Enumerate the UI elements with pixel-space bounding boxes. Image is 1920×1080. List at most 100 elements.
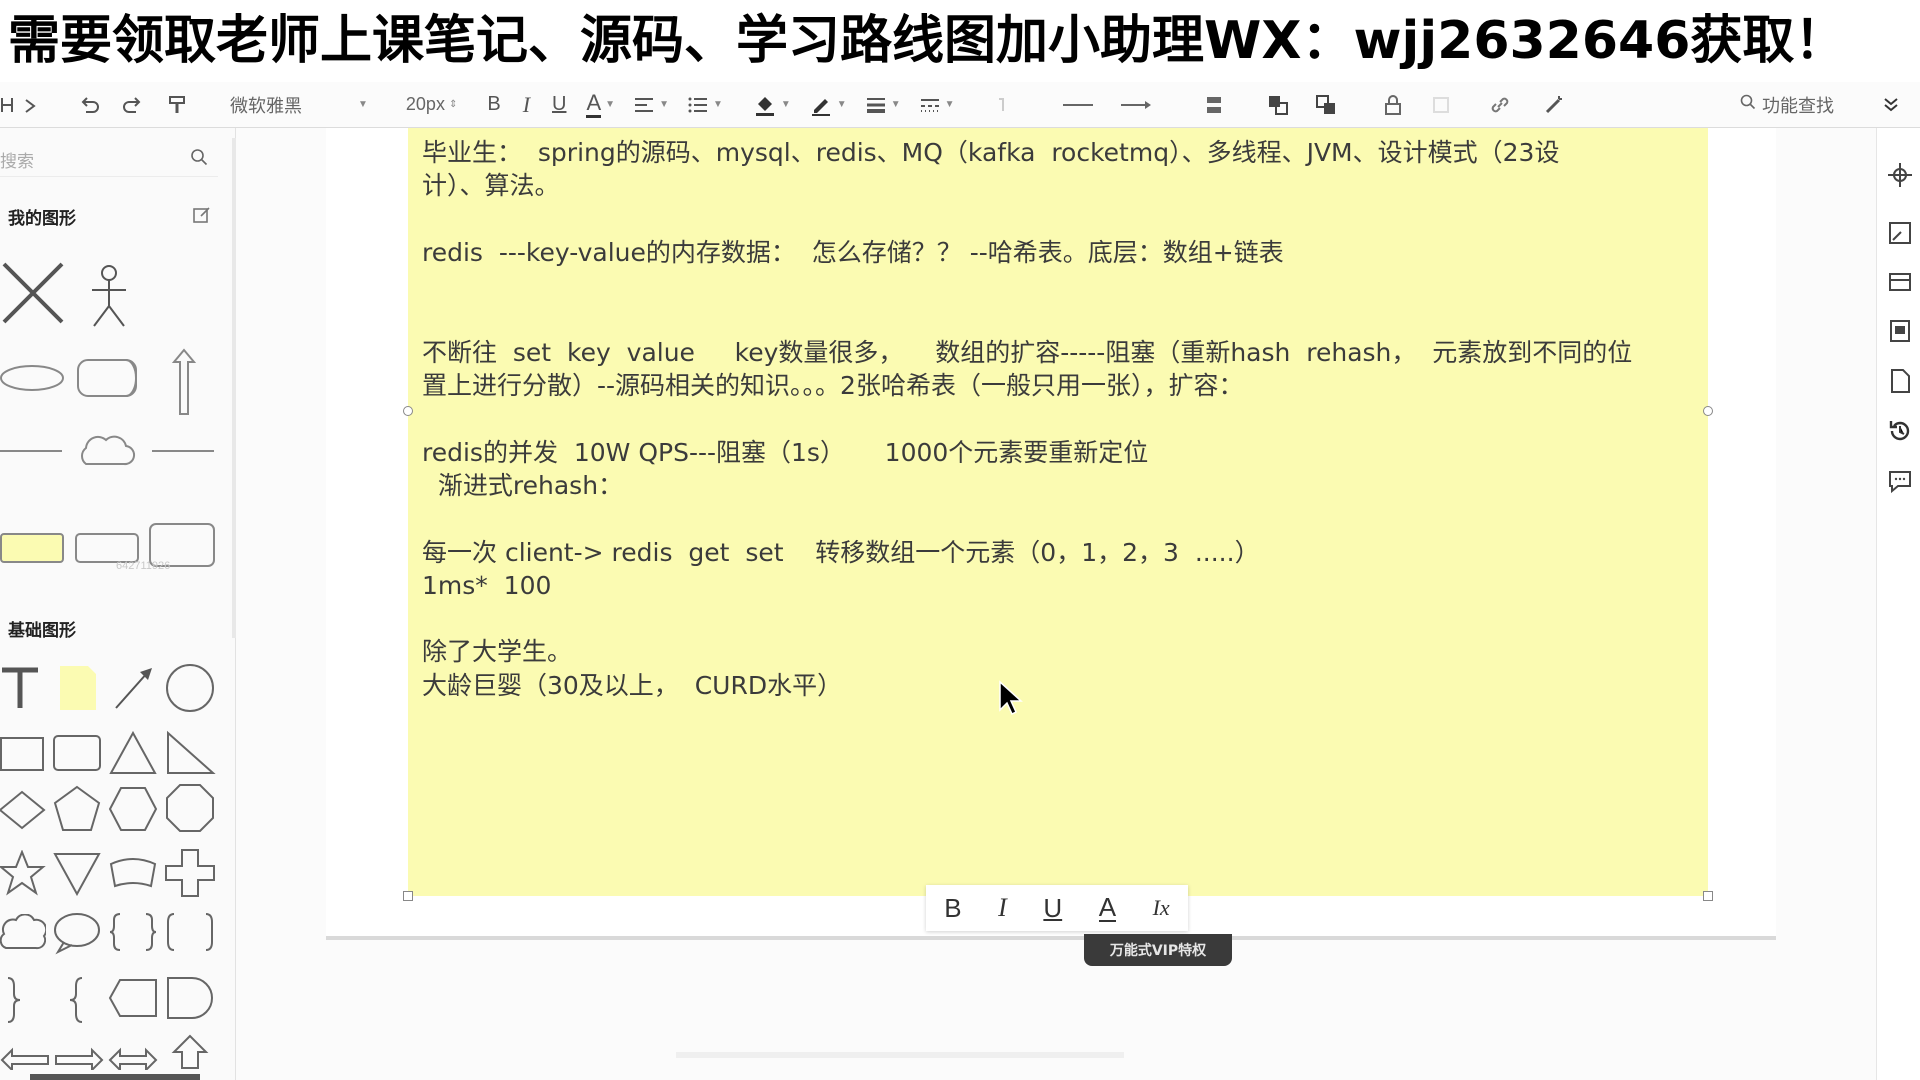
ellipse-shape[interactable] xyxy=(0,360,66,396)
circle-shape[interactable] xyxy=(164,662,216,714)
cross-shape[interactable] xyxy=(0,260,70,330)
right-arrow-block-shape[interactable] xyxy=(54,1040,104,1070)
comment-icon[interactable] xyxy=(1887,468,1913,494)
document-icon[interactable] xyxy=(1887,368,1913,394)
format-painter-icon[interactable] xyxy=(0,88,40,122)
format-bold-button[interactable]: B xyxy=(944,893,961,924)
resize-handle-left[interactable] xyxy=(403,406,413,416)
align-icon[interactable]: ▼ xyxy=(633,88,669,122)
rounded-rectangle-shape[interactable] xyxy=(52,734,102,772)
line-style-icon[interactable]: ▼ xyxy=(919,88,955,122)
shape-library-sidebar: 搜索 我的图形 642711926 基础图形 xyxy=(0,128,236,1080)
plus-shape[interactable] xyxy=(164,848,216,898)
line-end-arrow-icon[interactable] xyxy=(1119,88,1153,122)
toolbar: 微软雅黑 ▼ 20px ⇕ B I U A ▼ ▼ ▼ ▼ ▼ ▼ ▼ 功能查找 xyxy=(0,82,1920,128)
search-icon xyxy=(1740,94,1756,115)
line-start-icon[interactable] xyxy=(1061,88,1095,122)
resize-handle-bottom-left[interactable] xyxy=(403,891,413,901)
shape-search-placeholder: 搜索 xyxy=(0,151,34,171)
line-width-icon[interactable]: ▼ xyxy=(865,88,901,122)
left-arrow-block-shape[interactable] xyxy=(0,1040,50,1070)
yellow-rect-shape[interactable] xyxy=(0,530,66,566)
lock-icon[interactable] xyxy=(1383,88,1403,122)
undo-icon[interactable] xyxy=(78,88,100,122)
note-shape[interactable] xyxy=(58,664,98,712)
shield-shape[interactable] xyxy=(52,850,102,896)
bring-front-icon[interactable] xyxy=(1267,88,1289,122)
resize-handle-right[interactable] xyxy=(1703,406,1713,416)
fill-bucket-icon[interactable]: ▼ xyxy=(753,88,791,122)
octagon-shape[interactable] xyxy=(164,782,216,834)
edit-icon[interactable] xyxy=(192,205,212,229)
format-italic-button[interactable]: I xyxy=(998,893,1007,923)
history-icon[interactable] xyxy=(1887,418,1913,444)
shape-search-input[interactable]: 搜索 xyxy=(0,142,218,177)
search-icon[interactable] xyxy=(190,148,208,171)
font-family-select[interactable]: 微软雅黑 xyxy=(230,88,350,122)
banner-shape[interactable] xyxy=(108,856,158,890)
format-clear-button[interactable]: Ix xyxy=(1153,895,1170,921)
cloud-shape[interactable] xyxy=(72,432,142,472)
delay-shape[interactable] xyxy=(164,974,216,1022)
diamond-shape[interactable] xyxy=(0,788,46,832)
top-banner: 需要领取老师上课笔记、源码、学习路线图加小助理WX：wjj2632646获取！ xyxy=(0,0,1920,82)
send-back-icon[interactable] xyxy=(1315,88,1337,122)
speech-bubble-shape[interactable] xyxy=(52,910,102,956)
up-arrow-shape[interactable] xyxy=(170,348,198,416)
pentagon-shape[interactable] xyxy=(52,784,102,834)
feature-search[interactable]: 功能查找 xyxy=(1740,92,1834,118)
cloud-callout-shape[interactable] xyxy=(0,914,46,954)
bold-button[interactable]: B xyxy=(487,88,500,122)
triangle-shape[interactable] xyxy=(108,730,158,776)
right-triangle-shape[interactable] xyxy=(164,730,216,776)
star-shape[interactable] xyxy=(0,850,46,896)
note-line: 1ms* 100 xyxy=(422,570,552,600)
text-shape[interactable] xyxy=(0,666,40,710)
format-underline-button[interactable]: U xyxy=(1043,893,1062,924)
italic-button[interactable]: I xyxy=(523,88,530,122)
font-color-button[interactable]: A ▼ xyxy=(586,88,615,122)
up-arrow-block-shape[interactable] xyxy=(170,1034,210,1070)
right-tool-panel xyxy=(1876,128,1920,1080)
actor-shape[interactable] xyxy=(86,264,132,330)
basic-shapes-title[interactable]: 基础图形 xyxy=(8,616,76,641)
line-shape-2[interactable] xyxy=(150,446,216,456)
line-color-icon[interactable]: ▼ xyxy=(809,88,847,122)
vip-badge[interactable]: 万能式VIP特权 xyxy=(1084,934,1232,966)
layout-icon[interactable] xyxy=(1887,268,1913,294)
rectangle-shape[interactable] xyxy=(0,736,46,772)
format-font-color-button[interactable]: A xyxy=(1098,894,1117,922)
note-line: 每一次 client-> redis get set 转移数组一个元素（0，1，… xyxy=(422,537,1260,567)
line-shape[interactable] xyxy=(0,446,64,456)
double-arrow-shape[interactable] xyxy=(108,1040,158,1070)
list-icon[interactable]: ▼ xyxy=(687,88,723,122)
redo-icon[interactable] xyxy=(122,88,144,122)
my-shapes-title[interactable]: 我的图形 xyxy=(8,204,76,229)
braces-shape[interactable] xyxy=(108,910,158,954)
page-settings-icon[interactable] xyxy=(1887,318,1913,344)
display-shape[interactable] xyxy=(108,976,158,1020)
arrow-line-shape[interactable] xyxy=(112,664,154,712)
underline-button[interactable]: U xyxy=(552,88,566,122)
horizontal-scrollbar[interactable] xyxy=(676,1052,1124,1058)
hexagon-shape[interactable] xyxy=(108,784,158,834)
font-family-dropdown-icon[interactable]: ▼ xyxy=(354,88,368,122)
arrange-icon[interactable] xyxy=(1203,88,1225,122)
brush-icon[interactable] xyxy=(166,88,188,122)
right-brace-shape[interactable] xyxy=(0,974,30,1024)
brackets-shape[interactable] xyxy=(164,910,216,954)
link-icon[interactable] xyxy=(1489,88,1511,122)
sticky-note[interactable]: 毕业生： spring的源码、mysql、redis、MQ（kafka rock… xyxy=(408,128,1708,896)
style-panel-icon[interactable] xyxy=(1887,220,1913,246)
font-size-select[interactable]: 20px ⇕ xyxy=(406,88,457,122)
note-line: redis的并发 10W QPS---阻塞（1s） 1000个元素要重新定位 xyxy=(422,437,1149,467)
connector-icon[interactable] xyxy=(995,88,1017,122)
left-brace-shape[interactable] xyxy=(60,974,90,1024)
navigator-icon[interactable] xyxy=(1887,162,1913,188)
group-icon[interactable] xyxy=(1431,88,1451,122)
cylinder-shape[interactable] xyxy=(74,356,140,400)
resize-handle-bottom-right[interactable] xyxy=(1703,891,1713,901)
collapse-chevron-icon[interactable] xyxy=(1882,88,1900,122)
note-text[interactable]: 毕业生： spring的源码、mysql、redis、MQ（kafka rock… xyxy=(422,136,1692,702)
magic-wand-icon[interactable] xyxy=(1543,88,1565,122)
